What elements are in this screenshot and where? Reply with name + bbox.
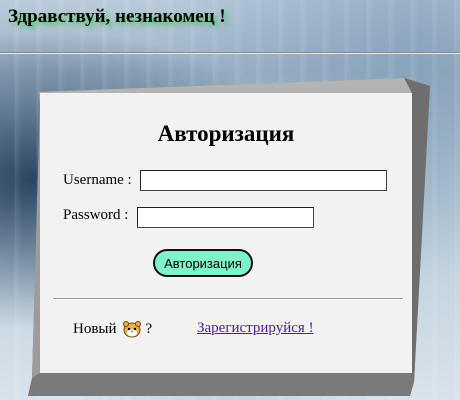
new-user-suffix: ? — [145, 320, 153, 337]
username-input[interactable] — [140, 170, 387, 191]
login-submit-button[interactable]: Авторизация — [153, 249, 253, 277]
header-divider — [0, 52, 460, 54]
panel-divider — [53, 298, 403, 300]
new-user-prompt: Новый ? — [73, 319, 152, 339]
greeting-heading: Здравствуй, незнакомец ! — [8, 6, 226, 27]
password-input[interactable] — [137, 207, 314, 228]
hamster-icon — [122, 319, 142, 339]
password-label: Password : — [63, 207, 129, 223]
username-label: Username : — [63, 172, 132, 188]
register-link[interactable]: Зарегистрируйся ! — [197, 320, 314, 337]
new-user-prefix: Новый — [73, 320, 117, 337]
login-panel: Авторизация Username : Password : Автори… — [40, 93, 412, 373]
login-title: Авторизация — [157, 121, 295, 146]
